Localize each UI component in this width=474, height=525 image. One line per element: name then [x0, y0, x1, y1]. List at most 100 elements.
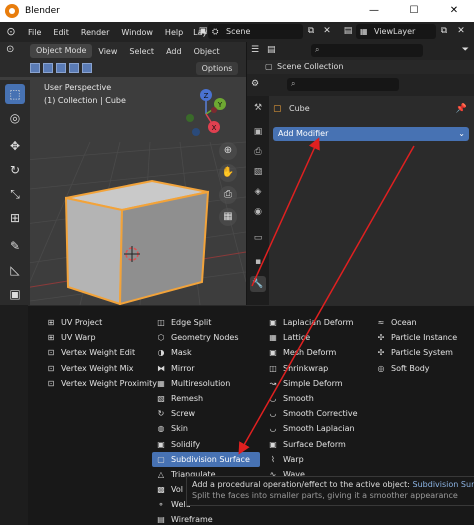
ortho-grid-icon[interactable]: ▦ [219, 208, 237, 226]
properties-editor-icon[interactable]: ⚙ [251, 79, 259, 89]
maximize-button[interactable]: ☐ [394, 0, 434, 22]
menu-item-surface-deform[interactable]: ▣ Surface Deform [264, 437, 370, 452]
tab-output-icon[interactable]: ⎙ [250, 144, 266, 160]
filter-icon[interactable]: ⏷ [462, 45, 469, 55]
menu-item-shrinkwrap[interactable]: ◫ Shrinkwrap [264, 361, 370, 376]
object-mode-dropdown[interactable]: Object Mode [30, 44, 93, 58]
menu-item-vertex-weight-edit[interactable]: ⊡ Vertex Weight Edit [42, 345, 156, 360]
geometry-nodes-icon: ⬡ [157, 333, 165, 343]
menu-window[interactable]: Window [115, 28, 159, 37]
new-viewlayer-icon[interactable]: ⧉ [437, 25, 451, 38]
camera-view-icon[interactable]: ⎙ [219, 186, 237, 204]
properties-search-input[interactable]: ⌕ [287, 78, 399, 91]
warp-icon: ⌇ [271, 454, 275, 464]
tab-world-icon[interactable]: ◉ [250, 204, 266, 220]
menu-item-solidify[interactable]: ▣ Solidify [152, 437, 260, 452]
tab-render-icon[interactable]: ▣ [250, 124, 266, 140]
add-cube-tool-icon[interactable]: ▣ [5, 284, 25, 304]
search-icon: ⌕ [291, 79, 296, 88]
menu-item-geometry-nodes[interactable]: ⬡ Geometry Nodes [152, 330, 260, 345]
select-mode-subtract-icon[interactable] [56, 63, 66, 73]
blender-menu-icon[interactable]: ⊙ [4, 25, 18, 39]
select-mode-invert-icon[interactable] [69, 63, 79, 73]
menu-item-mask[interactable]: ◑ Mask [152, 345, 260, 360]
options-dropdown[interactable]: Options [196, 62, 238, 75]
close-button[interactable]: ✕ [434, 0, 474, 22]
menu-item-multiresolution[interactable]: ▦ Multiresolution [152, 376, 260, 391]
menu-help[interactable]: Help [159, 28, 189, 37]
new-scene-icon[interactable]: ⧉ [304, 25, 318, 38]
menu-item-uv-project[interactable]: ⊞ UV Project [42, 315, 156, 330]
outliner-row-scene-collection[interactable]: ▢ Scene Collection [247, 60, 474, 74]
menu-view[interactable]: View [92, 47, 123, 56]
menu-item-particle-system[interactable]: ✣ Particle System [372, 345, 468, 360]
smooth-corrective-icon: ◡ [269, 409, 277, 419]
tab-scene-icon[interactable]: ◈ [250, 184, 266, 200]
outliner-editor-icon[interactable]: ☰ [251, 45, 259, 55]
zoom-icon[interactable]: ⊕ [219, 142, 237, 160]
menu-item-ocean[interactable]: ≈ Ocean [372, 315, 468, 330]
outliner-search-input[interactable]: ⌕ [311, 44, 423, 57]
menu-item-remesh[interactable]: ▧ Remesh [152, 391, 260, 406]
3d-viewport[interactable]: Z Y X Object Mode View Select Add Object… [0, 42, 246, 305]
menu-item-warp[interactable]: ⌇ Warp [264, 452, 370, 467]
scale-tool-icon[interactable]: ⤡ [5, 184, 25, 204]
viewlayer-browse-icon[interactable]: ▤ [341, 25, 355, 38]
move-tool-icon[interactable]: ✥ [5, 136, 25, 156]
menu-item-subdivision-surface[interactable]: ▢ Subdivision Surface [152, 451, 260, 467]
pin-icon[interactable]: 📌 [456, 101, 467, 117]
menu-item-mesh-deform[interactable]: ▣ Mesh Deform [264, 345, 370, 360]
delete-viewlayer-icon[interactable]: ✕ [454, 25, 468, 38]
menu-file[interactable]: File [22, 28, 47, 37]
menu-item-vertex-weight-mix[interactable]: ⊡ Vertex Weight Mix [42, 361, 156, 376]
scene-field[interactable]: ⛭ Scene [208, 24, 303, 39]
select-mode-new-icon[interactable] [30, 63, 40, 73]
menu-item-lattice[interactable]: ▦ Lattice [264, 330, 370, 345]
menu-edit[interactable]: Edit [47, 28, 75, 37]
menu-item-mirror[interactable]: ⧓ Mirror [152, 361, 260, 376]
menu-item-simple-deform[interactable]: ↝ Simple Deform [264, 376, 370, 391]
tab-collection-icon[interactable]: ▭ [250, 230, 266, 246]
add-modifier-button[interactable]: Add Modifier ⌄ [273, 127, 469, 141]
menu-item-laplacian-deform[interactable]: ▣ Laplacian Deform [264, 315, 370, 330]
transform-tool-icon[interactable]: ⊞ [5, 208, 25, 228]
menu-add[interactable]: Add [160, 47, 188, 56]
display-mode-icon[interactable]: ▤ [267, 45, 276, 55]
menu-item-wireframe[interactable]: ▤ Wireframe [152, 512, 260, 525]
menu-render[interactable]: Render [75, 28, 115, 37]
menu-item-smooth[interactable]: ◡ Smooth [264, 391, 370, 406]
pan-hand-icon[interactable]: ✋ [219, 164, 237, 182]
annotate-tool-icon[interactable]: ✎ [5, 236, 25, 256]
tab-view-layer-icon[interactable]: ▧ [250, 164, 266, 180]
tab-object-icon[interactable]: ▪ [250, 254, 266, 270]
menu-item-skin[interactable]: ◍ Skin [152, 421, 260, 436]
menu-select[interactable]: Select [123, 47, 160, 56]
menu-item-smooth-corrective[interactable]: ◡ Smooth Corrective [264, 406, 370, 421]
menu-item-smooth-laplacian[interactable]: ◡ Smooth Laplacian [264, 421, 370, 436]
menu-item-uv-warp[interactable]: ⊞ UV Warp [42, 330, 156, 345]
menu-object[interactable]: Object [188, 47, 226, 56]
view-layer-field[interactable]: ▦ ViewLayer [356, 24, 436, 39]
tab-modifiers-wrench-icon[interactable]: 🔧 [250, 276, 266, 292]
tooltip: Add a procedural operation/effect to the… [186, 476, 474, 506]
delete-scene-icon[interactable]: ✕ [320, 25, 334, 38]
menu-item-label: Multiresolution [171, 378, 231, 388]
rotate-tool-icon[interactable]: ↻ [5, 160, 25, 180]
menu-item-edge-split[interactable]: ◫ Edge Split [152, 315, 260, 330]
lattice-icon: ▦ [269, 333, 277, 343]
menu-column-physics: ≈ Ocean ✣ Particle Instance ✣ Particle System… [372, 315, 468, 376]
menu-item-vertex-weight-proximity[interactable]: ⊡ Vertex Weight Proximity [42, 376, 157, 391]
menu-item-screw[interactable]: ↻ Screw [152, 406, 260, 421]
menu-item-particle-instance[interactable]: ✣ Particle Instance [372, 330, 468, 345]
select-mode-extend-icon[interactable] [43, 63, 53, 73]
minimize-button[interactable]: — [354, 0, 394, 22]
menu-item-label: Screw [171, 409, 196, 419]
select-mode-intersect-icon[interactable] [82, 63, 92, 73]
cursor-tool-icon[interactable]: ◎ [5, 108, 25, 128]
select-box-icon[interactable]: ⬚ [5, 84, 25, 104]
tab-tool-icon[interactable]: ⚒ [250, 100, 266, 116]
editor-type-icon[interactable]: ⊙ [6, 44, 14, 55]
measure-tool-icon[interactable]: ◺ [5, 260, 25, 280]
skin-icon: ◍ [157, 424, 165, 434]
menu-item-soft-body[interactable]: ◎ Soft Body [372, 361, 468, 376]
